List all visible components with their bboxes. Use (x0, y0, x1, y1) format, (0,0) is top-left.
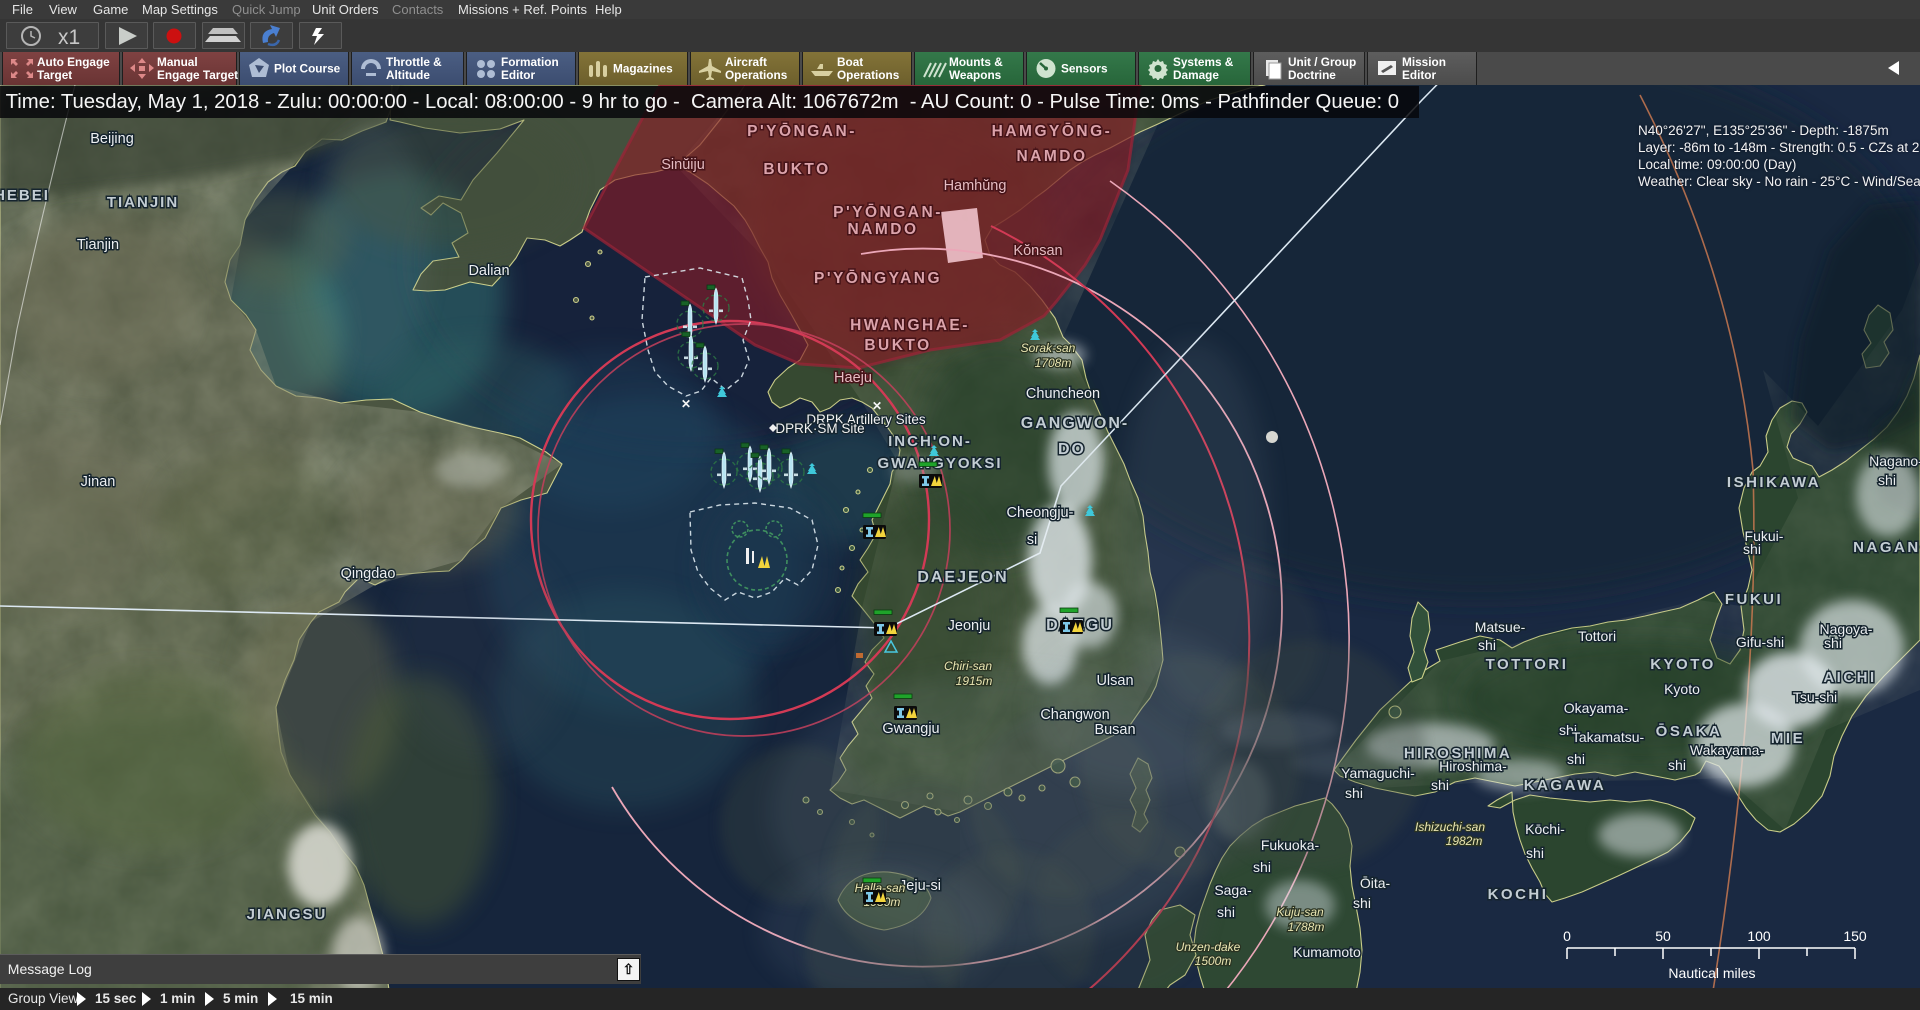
svg-text:DAEJEON: DAEJEON (917, 569, 1008, 586)
svg-text:BUKTO: BUKTO (864, 337, 931, 354)
svg-text:FUKUI: FUKUI (1725, 591, 1783, 608)
svg-text:1500m: 1500m (1195, 954, 1232, 968)
svg-text:shi: shi (1345, 785, 1363, 801)
svg-text:Matsue-: Matsue- (1475, 619, 1526, 635)
svg-text:KOCHI: KOCHI (1488, 886, 1549, 903)
svg-text:DO: DO (1058, 441, 1086, 458)
svg-text:BUKTO: BUKTO (763, 161, 830, 178)
svg-text:Okayama-: Okayama- (1564, 700, 1629, 716)
svg-text:shi: shi (1478, 637, 1496, 653)
svg-text:Jinan: Jinan (81, 474, 116, 490)
svg-text:Yamaguchi-: Yamaguchi- (1341, 765, 1415, 781)
svg-text:HWANGHAE-: HWANGHAE- (850, 317, 970, 334)
svg-text:shi: shi (1253, 859, 1271, 875)
svg-text:Kōchi-: Kōchi- (1525, 821, 1565, 837)
svg-text:1708m: 1708m (1035, 356, 1072, 370)
svg-text:1915m: 1915m (956, 674, 993, 688)
svg-text:shi: shi (1526, 845, 1544, 861)
svg-text:Nautical miles: Nautical miles (1668, 965, 1755, 981)
svg-text:1982m: 1982m (1446, 834, 1483, 848)
svg-text:Gifu-shi: Gifu-shi (1736, 634, 1784, 650)
svg-text:NAGANO: NAGANO (1853, 539, 1920, 556)
svg-text:KYOTO: KYOTO (1650, 656, 1716, 673)
svg-text:Saga-: Saga- (1214, 882, 1252, 898)
svg-text:Beijing: Beijing (90, 131, 134, 147)
svg-text:JIANGSU: JIANGSU (247, 906, 328, 923)
svg-text:KAGAWA: KAGAWA (1524, 777, 1607, 794)
svg-text:Sinŭiju: Sinŭiju (661, 157, 705, 173)
svg-text:shi: shi (1668, 757, 1686, 773)
svg-text:Busan: Busan (1094, 722, 1135, 738)
svg-text:Kyoto: Kyoto (1664, 681, 1700, 697)
svg-text:NAMDO: NAMDO (1016, 148, 1087, 165)
svg-text:Qingdao: Qingdao (341, 566, 396, 582)
svg-text:Tsu-shi: Tsu-shi (1793, 689, 1837, 705)
svg-text:shi: shi (1217, 904, 1235, 920)
svg-text:GANGWON-: GANGWON- (1021, 415, 1129, 432)
svg-text:Changwon: Changwon (1040, 707, 1109, 723)
svg-text:Nagano-: Nagano- (1869, 453, 1920, 469)
svg-text:1788m: 1788m (1288, 920, 1325, 934)
svg-text:shi: shi (1353, 895, 1371, 911)
svg-text:Gwangju: Gwangju (882, 721, 939, 737)
svg-text:NAMDO: NAMDO (847, 221, 918, 238)
svg-text:shi: shi (1567, 751, 1585, 767)
svg-text:Dalian: Dalian (468, 263, 509, 279)
svg-text:Tottori: Tottori (1578, 628, 1616, 644)
svg-text:✕: ✕ (872, 399, 882, 413)
svg-text:Cheongju-: Cheongju- (1007, 505, 1074, 521)
svg-text:Ishizuchi-san: Ishizuchi-san (1415, 820, 1485, 834)
svg-text:shi: shi (1743, 541, 1761, 557)
svg-text:150: 150 (1843, 928, 1867, 944)
svg-text:Tianjin: Tianjin (77, 237, 119, 253)
svg-text:Ulsan: Ulsan (1096, 673, 1133, 689)
svg-text:si: si (1027, 532, 1037, 548)
svg-text:ŌSAKA: ŌSAKA (1656, 723, 1723, 740)
svg-text:TIANJIN: TIANJIN (107, 194, 179, 211)
svg-text:Wakayama-: Wakayama- (1690, 742, 1765, 758)
svg-text:P'YŌNGYANG: P'YŌNGYANG (814, 269, 942, 287)
svg-text:Kuju-san: Kuju-san (1276, 905, 1324, 919)
svg-text:Jeonju: Jeonju (948, 618, 991, 634)
svg-text:TOTTORI: TOTTORI (1486, 656, 1569, 673)
svg-text:Haeju: Haeju (834, 370, 872, 386)
svg-text:DPRK·SM Site: DPRK·SM Site (775, 421, 864, 436)
svg-text:Hamhŭng: Hamhŭng (944, 178, 1007, 194)
svg-text:Kŏnsan: Kŏnsan (1013, 243, 1062, 259)
svg-text:MIE: MIE (1771, 730, 1805, 747)
svg-text:HEBEI: HEBEI (0, 187, 50, 204)
svg-text:shi: shi (1824, 635, 1842, 651)
svg-text:P'YŌNGAN-: P'YŌNGAN- (833, 203, 943, 221)
svg-text:Kumamoto: Kumamoto (1293, 944, 1361, 960)
svg-text:Chuncheon: Chuncheon (1026, 386, 1100, 402)
svg-text:✕: ✕ (681, 397, 691, 411)
svg-text:Chiri-san: Chiri-san (944, 659, 992, 673)
svg-text:Takamatsu-: Takamatsu- (1572, 729, 1645, 745)
svg-text:Unzen-dake: Unzen-dake (1176, 940, 1241, 954)
svg-text:HAMGYŌNG-: HAMGYŌNG- (992, 122, 1113, 140)
svg-text:Ōita-: Ōita- (1360, 875, 1391, 891)
svg-text:50: 50 (1655, 928, 1671, 944)
svg-text:INCH'ON-: INCH'ON- (888, 433, 972, 450)
svg-text:0: 0 (1563, 928, 1571, 944)
svg-text:Sorak-san: Sorak-san (1021, 341, 1076, 355)
svg-text:x1: x1 (58, 26, 80, 49)
svg-text:HIROSHIMA: HIROSHIMA (1404, 745, 1512, 762)
svg-text:AICHI: AICHI (1823, 669, 1876, 686)
svg-text:shi: shi (1431, 777, 1449, 793)
svg-text:GWANGYOKSI: GWANGYOKSI (877, 455, 1002, 472)
svg-text:ISHIKAWA: ISHIKAWA (1727, 474, 1821, 491)
svg-text:P'YŌNGAN-: P'YŌNGAN- (747, 122, 857, 140)
svg-text:shi: shi (1878, 472, 1896, 488)
svg-text:Fukuoka-: Fukuoka- (1261, 837, 1320, 853)
svg-text:100: 100 (1747, 928, 1771, 944)
